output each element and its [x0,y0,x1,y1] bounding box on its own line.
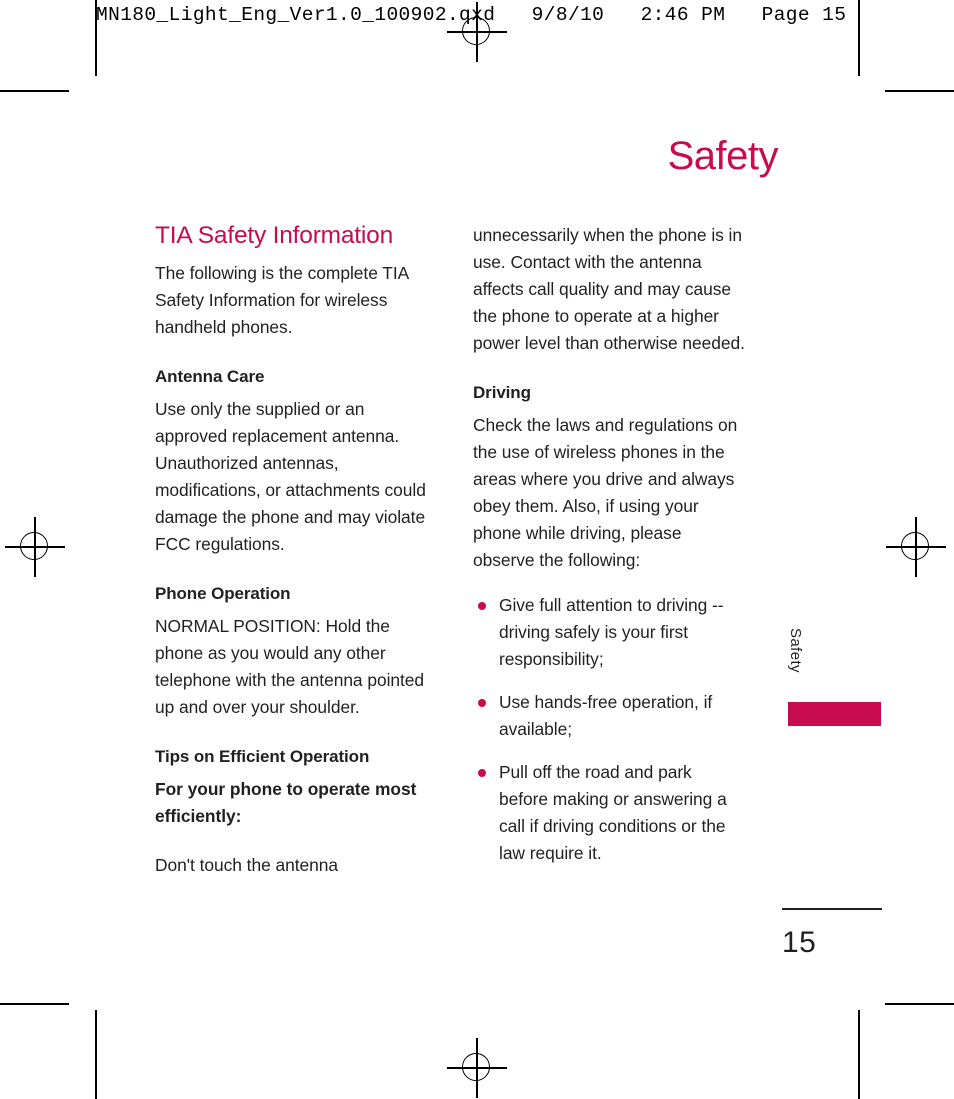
intro-paragraph: The following is the complete TIA Safety… [155,263,409,337]
subheading-phone-operation: Phone Operation [155,584,291,603]
registration-mark-top [447,2,507,62]
registration-mark-left [5,517,65,577]
registration-mark-right [886,517,946,577]
bullet-dot-icon [478,769,486,777]
paragraph-phone-operation: NORMAL POSITION: Hold the phone as you w… [155,616,425,717]
side-tab-label: Safety [787,628,804,673]
side-tab-block [788,702,881,726]
paragraph-tips-continued: Don't touch the antenna [155,855,338,875]
subheading-driving: Driving [473,383,531,402]
paragraph-tips-intro: For your phone to operate most efficient… [155,779,417,826]
crop-tick-top-right [858,58,860,76]
list-item: Use hands-free operation, if available; [473,689,745,743]
crop-tick-bottom-right [858,1010,860,1028]
crop-mark-bottom-left [0,1003,69,1005]
crop-tick-top-left [95,58,97,76]
subheading-antenna-care: Antenna Care [155,367,265,386]
crop-mark-top-right [885,90,954,92]
list-item-text: Give full attention to driving -- drivin… [499,595,724,669]
list-item: Give full attention to driving -- drivin… [473,592,745,673]
crop-mark-top-left [0,90,69,92]
paragraph-antenna-care: Use only the supplied or an approved rep… [155,399,426,554]
crop-mark-bottom-right [885,1003,954,1005]
bullet-dot-icon [478,602,486,610]
page-number: 15 [782,926,817,959]
right-column: unnecessarily when the phone is in use. … [473,222,745,883]
page-title: Safety [667,134,779,178]
driving-bullet-list: Give full attention to driving -- drivin… [473,592,745,867]
left-column: TIA Safety Information The following is … [155,222,427,879]
folio-rule [782,908,882,910]
crop-tick-bottom-left [95,1010,97,1028]
paragraph-continuation: unnecessarily when the phone is in use. … [473,225,745,353]
bullet-dot-icon [478,699,486,707]
section-title-tia-safety-information: TIA Safety Information [155,222,393,249]
list-item-text: Pull off the road and park before making… [499,762,727,863]
paragraph-driving: Check the laws and regulations on the us… [473,415,738,570]
list-item: Pull off the road and park before making… [473,759,745,867]
subheading-tips-on-efficient-operation: Tips on Efficient Operation [155,747,370,766]
registration-mark-bottom [447,1038,507,1098]
list-item-text: Use hands-free operation, if available; [499,692,713,739]
